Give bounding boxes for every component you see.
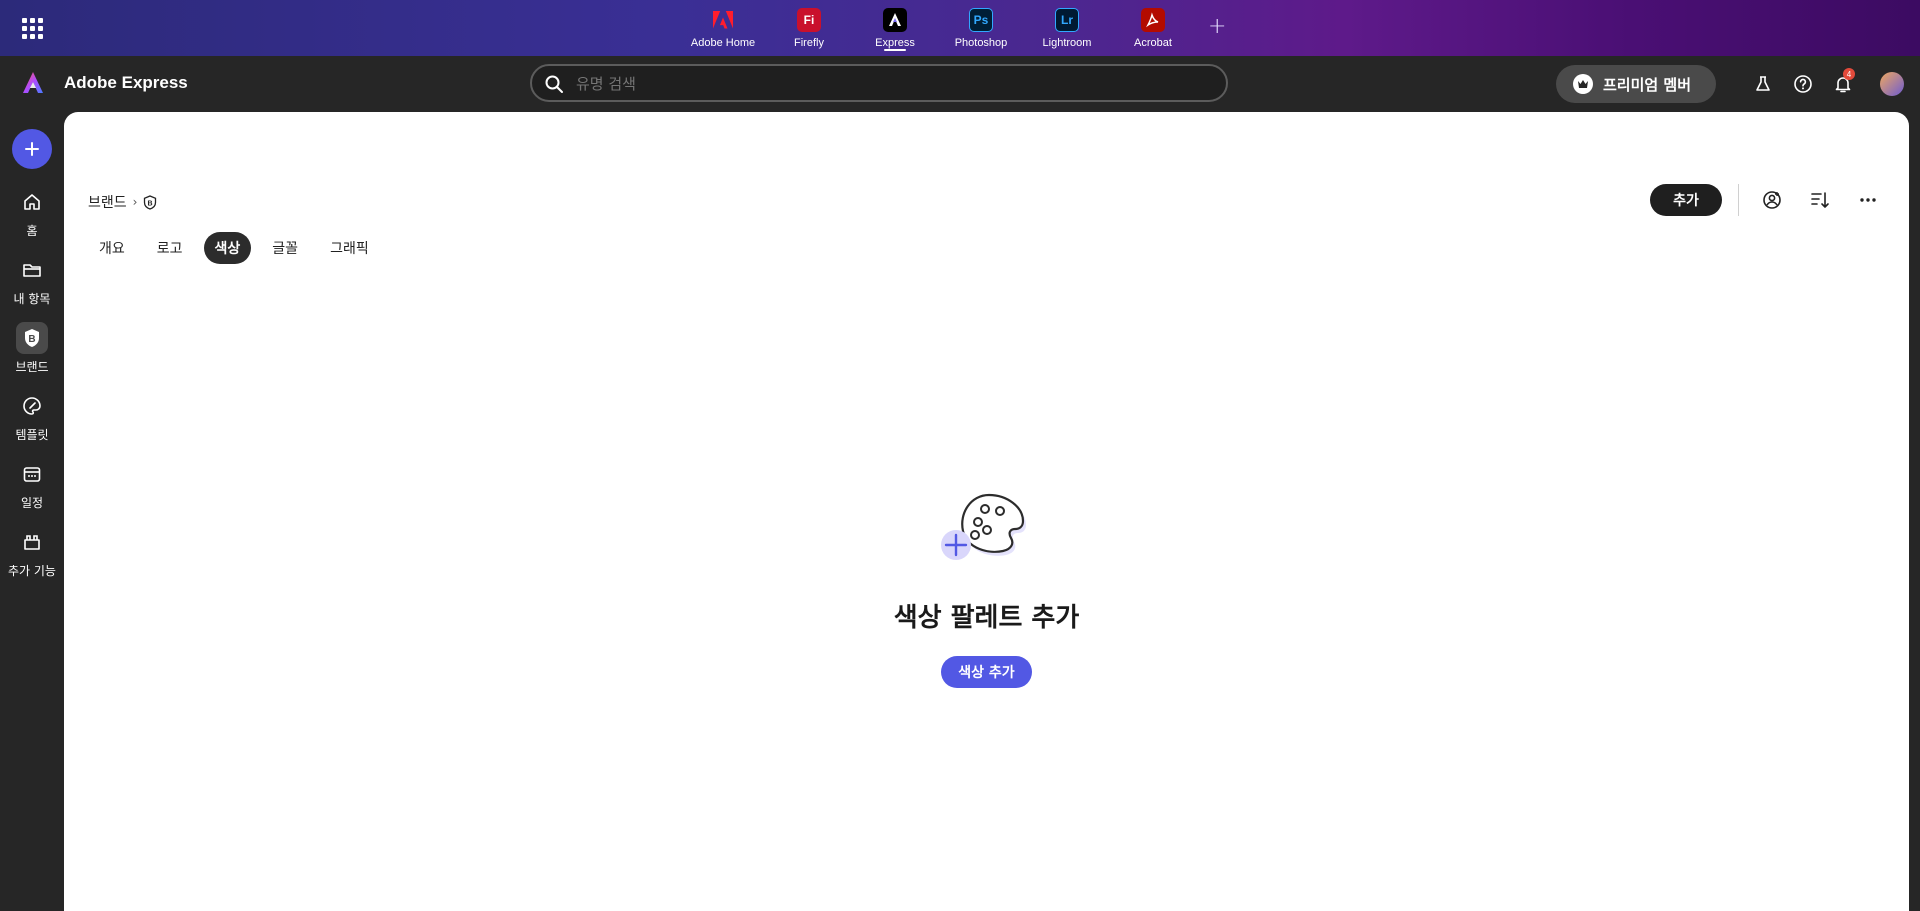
user-avatar[interactable] [1880,72,1904,96]
add-color-button[interactable]: 색상 추가 [941,656,1032,688]
app-grid-icon[interactable] [20,16,44,40]
photoshop-icon: Ps [969,8,993,32]
app-label: Firefly [794,37,824,49]
sort-icon[interactable] [1808,188,1832,212]
app-label: Lightroom [1042,37,1092,49]
app-adobe-home[interactable]: Adobe Home [680,0,766,56]
sidebar-item-my-items[interactable]: 내 항목 [0,254,64,307]
app-firefly[interactable]: Fi Firefly [766,0,852,56]
search-bar[interactable] [530,64,1228,102]
app-label: Acrobat [1134,37,1172,49]
left-sidebar: 홈 내 항목 B 브랜드 템플릿 일정 추가 기능 [0,112,64,911]
tab-overview[interactable]: 개요 [88,232,136,264]
search-input[interactable] [574,74,1178,94]
sidebar-item-label: 브랜드 [15,360,49,374]
search-icon [545,75,563,93]
tab-logo[interactable]: 로고 [146,232,194,264]
tab-graphics[interactable]: 그래픽 [319,232,380,264]
app-label: Express [875,37,915,49]
plus-icon [25,142,39,156]
tab-fonts[interactable]: 글꼴 [261,232,309,264]
toolbar-divider [1738,184,1739,216]
home-icon [16,186,48,218]
firefly-icon: Fi [797,8,821,32]
main-content: 브랜드 › B 개요 로고 색상 글꼴 그래픽 추가 색상 팔레트 추가 색상 … [64,112,1909,911]
premium-label: 프리미엄 멤버 [1603,75,1692,94]
app-switcher-bar: Adobe Home Fi Firefly Express Ps Photosh… [0,0,1920,56]
add-button[interactable]: 추가 [1650,184,1722,216]
sidebar-item-schedule[interactable]: 일정 [0,458,64,511]
labs-flask-icon[interactable] [1751,72,1775,96]
addons-icon [16,526,48,558]
breadcrumb-separator: › [132,195,138,209]
breadcrumb-root[interactable]: 브랜드 [88,192,127,212]
svg-text:B: B [148,200,153,207]
acrobat-icon [1141,8,1165,32]
share-user-icon[interactable] [1760,188,1784,212]
breadcrumb: 브랜드 › B [88,192,157,212]
express-logo-icon [883,8,907,32]
express-logo-icon[interactable] [20,70,46,96]
app-list: Adobe Home Fi Firefly Express Ps Photosh… [680,0,1196,56]
app-title: Adobe Express [64,73,188,92]
calendar-icon [16,458,48,490]
app-header: Adobe Express 프리미엄 멤버 4 [0,56,1920,112]
sidebar-item-label: 템플릿 [15,428,49,442]
sidebar-item-label: 홈 [26,224,38,238]
template-icon [16,390,48,422]
svg-text:B: B [28,334,35,345]
notification-bell-icon[interactable]: 4 [1831,68,1855,96]
brand-tabs: 개요 로고 색상 글꼴 그래픽 [88,232,380,264]
help-icon[interactable] [1791,72,1815,96]
sidebar-item-brand[interactable]: B 브랜드 [0,322,64,375]
sidebar-item-templates[interactable]: 템플릿 [0,390,64,443]
lightroom-icon: Lr [1055,8,1079,32]
folder-icon [16,254,48,286]
app-lightroom[interactable]: Lr Lightroom [1024,0,1110,56]
brand-icon: B [16,322,48,354]
brand-shield-icon[interactable]: B [143,194,157,210]
more-options-icon[interactable] [1856,188,1880,212]
app-label: Photoshop [954,37,1008,49]
sidebar-item-home[interactable]: 홈 [0,186,64,239]
app-photoshop[interactable]: Ps Photoshop [938,0,1024,56]
empty-state-title: 색상 팔레트 추가 [893,603,1080,633]
app-label: Adobe Home [690,37,756,49]
adobe-logo-icon [711,8,735,32]
add-app-button[interactable]: + [1208,14,1226,39]
sidebar-item-label: 일정 [20,496,44,510]
empty-state: 색상 팔레트 추가 색상 추가 [64,487,1909,688]
sidebar-item-label: 추가 기능 [8,564,56,578]
notification-badge: 4 [1843,68,1855,80]
app-acrobat[interactable]: Acrobat [1110,0,1196,56]
sidebar-item-label: 내 항목 [13,292,51,306]
color-palette-icon [940,493,1026,560]
create-new-button[interactable] [12,129,52,169]
crown-icon [1573,74,1593,94]
sidebar-item-addons[interactable]: 추가 기능 [0,526,64,579]
app-express[interactable]: Express [852,0,938,56]
tab-colors[interactable]: 색상 [203,232,252,264]
premium-member-button[interactable]: 프리미엄 멤버 [1556,65,1716,103]
